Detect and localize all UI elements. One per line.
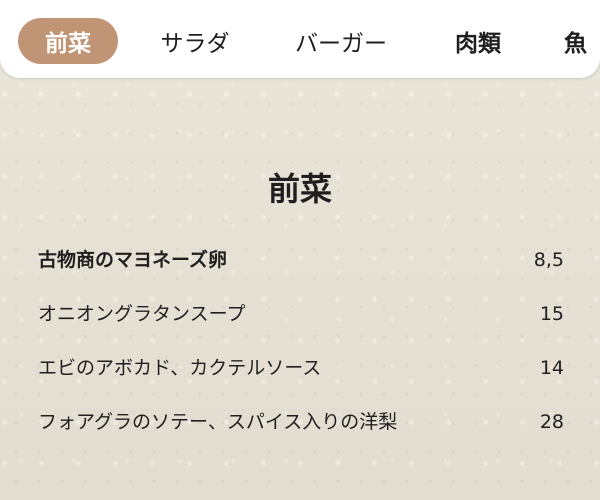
tab-meat[interactable]: 肉類 [448,18,508,64]
category-tabbar: 前菜 サラダ バーガー 肉類 魚 [0,0,600,78]
menu-item-name: オニオングラタンスープ [38,303,246,325]
menu-item-price: 14 [539,357,564,379]
tab-fish[interactable]: 魚 [556,18,600,64]
menu-item-name: フォアグラのソテー、スパイス入りの洋梨 [38,411,398,433]
menu-item-price: 28 [539,411,564,433]
menu-item-name: 古物商のマヨネーズ卵 [38,249,228,271]
menu-item-name: エビのアボカド、カクテルソース [38,357,322,379]
menu-list: 古物商のマヨネーズ卵 8,5 オニオングラタンスープ 15 エビのアボカド、カク… [38,246,564,436]
tab-salads[interactable]: サラダ [150,18,240,64]
menu-item: オニオングラタンスープ 15 [38,300,564,328]
section-title: 前菜 [267,170,332,208]
tab-appetizers[interactable]: 前菜 [18,18,118,64]
menu-item: フォアグラのソテー、スパイス入りの洋梨 28 [38,408,564,436]
menu-item: エビのアボカド、カクテルソース 14 [38,354,564,382]
menu-item-price: 15 [539,303,564,325]
menu-item-price: 8,5 [533,249,564,271]
tab-burgers[interactable]: バーガー [287,18,395,64]
menu-item: 古物商のマヨネーズ卵 8,5 [38,246,564,274]
